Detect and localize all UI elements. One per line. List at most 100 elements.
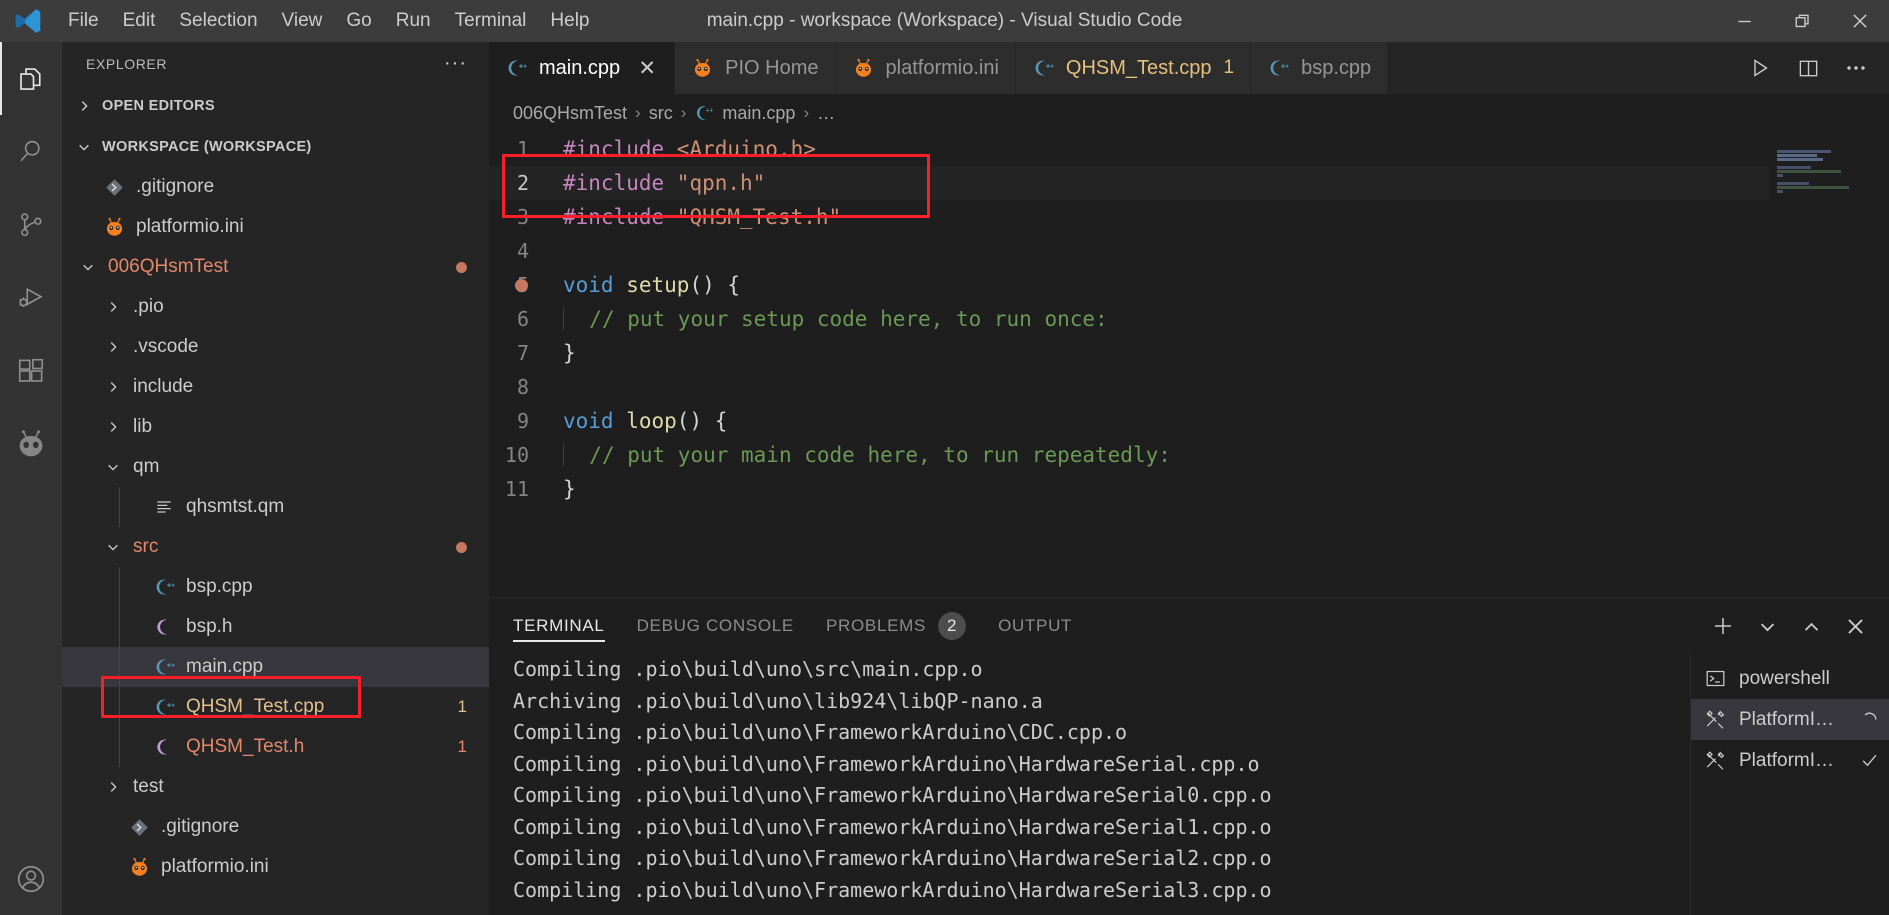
- code-line[interactable]: 2 #include "qpn.h": [489, 166, 1889, 200]
- run-code-button[interactable]: [1737, 42, 1783, 94]
- activity-item-account[interactable]: [0, 842, 62, 915]
- menu-item-selection[interactable]: Selection: [167, 0, 269, 42]
- editor-tab-qhsm-test-cpp[interactable]: QHSM_Test.cpp 1: [1015, 42, 1252, 94]
- chevron-right-icon: [101, 340, 125, 354]
- code-token: }: [563, 341, 576, 365]
- tree-item-vscode[interactable]: .vscode: [62, 327, 489, 367]
- cpp-icon: [150, 576, 178, 598]
- tree-item-test[interactable]: test: [62, 767, 489, 807]
- editor-tab-platformio-ini[interactable]: platformio.ini: [835, 42, 1016, 94]
- panel-tab-terminal[interactable]: TERMINAL: [513, 598, 605, 654]
- terminal-instance-item[interactable]: powershell: [1691, 658, 1889, 699]
- breadcrumb-item-project[interactable]: 006QHsmTest: [513, 103, 627, 124]
- tree-item-bsp-cpp[interactable]: bsp.cpp: [62, 567, 489, 607]
- panel-tab-output[interactable]: OUTPUT: [998, 598, 1072, 654]
- panel-tab-problems[interactable]: PROBLEMS 2: [826, 598, 967, 654]
- terminal-instance-item[interactable]: PlatformI…: [1691, 740, 1889, 781]
- tree-item-label: test: [133, 776, 164, 797]
- restore-button[interactable]: [1773, 0, 1831, 42]
- terminal-instance-item[interactable]: PlatformI…: [1691, 699, 1889, 740]
- activity-item-extensions[interactable]: [0, 334, 62, 407]
- panel-tab-label: OUTPUT: [998, 616, 1073, 635]
- activity-item-source-control[interactable]: [0, 188, 62, 261]
- code-line[interactable]: 7}: [489, 336, 1889, 370]
- menu-item-terminal[interactable]: Terminal: [443, 0, 539, 42]
- platformio-icon: [125, 856, 153, 879]
- cpp-icon: + +: [694, 103, 714, 123]
- tree-item-platformio-ini[interactable]: platformio.ini: [62, 207, 489, 247]
- activity-item-explorer[interactable]: [0, 42, 62, 115]
- code-line[interactable]: 6 // put your setup code here, to run on…: [489, 302, 1889, 336]
- breadcrumb-item-file[interactable]: main.cpp: [722, 103, 795, 124]
- tree-item-src[interactable]: src: [62, 527, 489, 567]
- terminal-line: Compiling .pio\build\uno\FrameworkArduin…: [513, 783, 1272, 807]
- tab-label: main.cpp: [539, 56, 621, 79]
- code-lines[interactable]: 1 #include <Arduino.h> 2 #include "qpn.h" 3 #…: [489, 132, 1889, 597]
- sidebar-more-icon[interactable]: ···: [444, 52, 467, 75]
- split-editor-button[interactable]: [1785, 42, 1831, 94]
- code-token: void: [563, 273, 627, 297]
- activity-item-search[interactable]: [0, 115, 62, 188]
- new-terminal-button[interactable]: [1703, 604, 1743, 648]
- chevron-right-icon: [101, 300, 125, 314]
- menu-item-edit[interactable]: Edit: [111, 0, 168, 42]
- tree-item-platformio-ini[interactable]: platformio.ini: [62, 847, 489, 887]
- code-line[interactable]: 1 #include <Arduino.h>: [489, 132, 1889, 166]
- activity-item-run-debug[interactable]: [0, 261, 62, 334]
- menu-item-run[interactable]: Run: [384, 0, 443, 42]
- platformio-icon: [852, 57, 876, 80]
- tree-item-qhsm-test-cpp[interactable]: QHSM_Test.cpp 1: [62, 687, 489, 727]
- terminal-dropdown-button[interactable]: [1747, 604, 1787, 648]
- tree-item-gitignore[interactable]: .gitignore: [62, 167, 489, 207]
- tree-item-gitignore[interactable]: .gitignore: [62, 807, 489, 847]
- code-editor[interactable]: 1 #include <Arduino.h> 2 #include "qpn.h" 3 #…: [489, 132, 1889, 597]
- tree-item-include[interactable]: include: [62, 367, 489, 407]
- code-line[interactable]: 11}: [489, 472, 1889, 506]
- maximize-panel-button[interactable]: [1791, 604, 1831, 648]
- code-line[interactable]: 5void setup() {: [489, 268, 1889, 302]
- code-line[interactable]: 8: [489, 370, 1889, 404]
- section-workspace[interactable]: WORKSPACE (WORKSPACE): [62, 126, 489, 167]
- code-line[interactable]: 9 void loop() {: [489, 404, 1889, 438]
- breadcrumb-item-symbol[interactable]: …: [817, 103, 835, 124]
- close-button[interactable]: [1831, 0, 1889, 42]
- minimize-button[interactable]: [1715, 0, 1773, 42]
- code-line[interactable]: 4: [489, 234, 1889, 268]
- tree-item-label: .gitignore: [161, 816, 240, 837]
- breadcrumb-item-src[interactable]: src: [649, 103, 673, 124]
- menu-item-help[interactable]: Help: [538, 0, 601, 42]
- editor-tab-pio-home[interactable]: PIO Home: [675, 42, 836, 94]
- menu-item-file[interactable]: File: [56, 0, 111, 42]
- tree-item-main-cpp[interactable]: main.cpp: [62, 647, 489, 687]
- code-line[interactable]: 10 // put your main code here, to run re…: [489, 438, 1889, 472]
- editor-group: main.cpp ✕ PIO Home platformio.ini QHSM_Test…: [489, 42, 1889, 915]
- tree-item-pio[interactable]: .pio: [62, 287, 489, 327]
- tree-item-qm[interactable]: qm: [62, 447, 489, 487]
- menu-item-go[interactable]: Go: [334, 0, 383, 42]
- panel-tab-debug-console[interactable]: DEBUG CONSOLE: [637, 598, 794, 654]
- chevron-right-icon: [101, 780, 125, 794]
- section-open-editors[interactable]: OPEN EDITORS: [62, 85, 489, 126]
- close-panel-button[interactable]: [1835, 604, 1875, 648]
- tree-item-badge: 1: [457, 737, 467, 756]
- close-icon[interactable]: ✕: [636, 56, 658, 81]
- minimap[interactable]: [1769, 132, 1889, 597]
- editor-tab-bsp-cpp[interactable]: bsp.cpp: [1251, 42, 1389, 94]
- activity-item-platformio[interactable]: [0, 407, 62, 480]
- code-line[interactable]: 3 #include "QHSM_Test.h": [489, 200, 1889, 234]
- editor-tab-main-cpp[interactable]: main.cpp ✕: [489, 42, 676, 94]
- terminal-output[interactable]: Compiling .pio\build\uno\src\main.cpp.o A…: [489, 654, 1690, 915]
- code-text: // put your setup code here, to run once…: [563, 307, 1108, 331]
- terminal-instance-label: PlatformI…: [1739, 708, 1835, 730]
- terminal-line: Compiling .pio\build\uno\src\main.cpp.o: [513, 657, 983, 681]
- tree-item-label: qm: [133, 456, 160, 477]
- tree-item-qhsmtst-qm[interactable]: qhsmtst.qm: [62, 487, 489, 527]
- menu-item-view[interactable]: View: [270, 0, 335, 42]
- editor-more-button[interactable]: [1833, 42, 1879, 94]
- tree-item-bsp-h[interactable]: bsp.h: [62, 607, 489, 647]
- tree-item-qhsm-test-h[interactable]: QHSM_Test.h 1: [62, 727, 489, 767]
- terminal-instance-label: PlatformI…: [1739, 749, 1835, 771]
- code-token: // put your setup code here, to run once…: [589, 307, 1108, 331]
- tree-item-006qhsmtest[interactable]: 006QHsmTest: [62, 247, 489, 287]
- tree-item-lib[interactable]: lib: [62, 407, 489, 447]
